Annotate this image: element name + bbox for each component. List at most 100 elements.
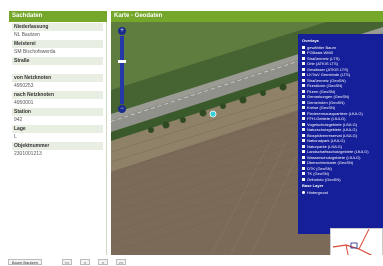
overlay-label: Gemeinden (GeoSN) xyxy=(307,99,345,105)
checkbox[interactable] xyxy=(302,106,305,110)
zoom-control[interactable]: + − xyxy=(117,26,127,114)
checkbox[interactable] xyxy=(302,133,305,137)
overlay-label: Biosphärenreservat (LfULG) xyxy=(307,132,358,138)
base-layer-title: Base Layer xyxy=(302,183,324,188)
sachdaten-panel: Niederlassung NL Bautzen Meisterei SM Bi… xyxy=(9,22,107,255)
next-page-button[interactable]: > xyxy=(98,259,108,265)
overlay-label: Überschirmkarte (GeoSN) xyxy=(307,160,354,165)
base-layer-label: Hintergrund xyxy=(307,189,328,195)
field-meisterei: Meisterei SM Bischofswerda xyxy=(9,40,106,56)
first-page-button[interactable]: << xyxy=(62,259,72,265)
overlay-label: Fluren (GeoSN) xyxy=(307,88,336,94)
checkbox[interactable] xyxy=(302,139,305,143)
field-label: Station xyxy=(12,108,103,116)
overlay-label: Nationalpark (LfULG) xyxy=(307,138,345,143)
field-lage: Lage L xyxy=(9,125,106,141)
overlay-label: LKTwV Gemeinde (LTS) xyxy=(307,72,351,77)
checkbox[interactable] xyxy=(302,177,305,181)
checkbox[interactable] xyxy=(302,128,305,132)
field-strasse: Straße xyxy=(9,57,106,73)
overlay-list: gewählter Baum FGBasis WMS Straßennetz (LT… xyxy=(302,45,381,183)
overlay-label: Gewässer (ATKIS LTS) xyxy=(307,66,349,72)
overlay-label: Naturschutzgebiete (LfULG) xyxy=(307,127,357,132)
field-von-netzknoten: von Netzknoten 4950253 xyxy=(9,74,106,90)
field-label: nach Netzknoten xyxy=(12,91,103,99)
field-value: NL Bautzen xyxy=(14,32,40,38)
field-label: Niederlassung xyxy=(12,23,103,31)
overlay-label: Vogelschutzgebiete (LfULG) xyxy=(307,121,358,127)
checkbox[interactable] xyxy=(302,117,305,121)
last-page-button[interactable]: >> xyxy=(116,259,126,265)
zoom-slider-handle[interactable] xyxy=(118,60,126,63)
field-value: 4950253 xyxy=(14,83,34,89)
field-label: von Netzknoten xyxy=(12,74,103,82)
overlay-label: Straßennetz (LTS) xyxy=(307,55,340,61)
checkbox[interactable] xyxy=(302,84,305,88)
overlay-label: TK (GeoSN) xyxy=(307,171,330,176)
checkbox[interactable] xyxy=(302,51,305,55)
field-value: L xyxy=(14,134,17,140)
overlay-label: Flederermausquartiere (LfULG) xyxy=(307,110,363,116)
field-nach-netzknoten: nach Netzknoten 4950001 xyxy=(9,91,106,107)
base-layer-item[interactable]: Hintergrund xyxy=(302,190,381,196)
overlay-label: Gemarkungen (GeoSN) xyxy=(307,94,350,99)
sachdaten-header: Sachdaten xyxy=(9,11,107,22)
overlay-label: Orthofoto (GeoSN) xyxy=(307,176,341,182)
overlay-item[interactable]: Orthofoto (GeoSN) xyxy=(302,177,381,183)
overlay-label: Naturparke (LfULG) xyxy=(307,143,343,149)
overlay-label: Orte (ATKIS LTS) xyxy=(307,61,338,66)
zoom-slider[interactable] xyxy=(118,36,126,104)
zoom-in-button[interactable]: + xyxy=(118,27,126,35)
checkbox[interactable] xyxy=(302,155,305,159)
field-label: Straße xyxy=(12,57,103,65)
overlay-label: gewählter Baum xyxy=(307,44,336,50)
field-value: 4950001 xyxy=(14,100,34,106)
overlay-label: Kreise (GeoSN) xyxy=(307,105,336,110)
overlay-label: Flurstücke (GeoSN) xyxy=(307,83,343,88)
overlay-label: Landschaftsschutzgebiete (LfULG) xyxy=(307,149,369,154)
pagination-bar: Baum Bautzen << < > >> xyxy=(0,258,383,266)
checkbox[interactable] xyxy=(302,111,305,115)
field-label: Meisterei xyxy=(12,40,103,48)
overview-road-network xyxy=(332,229,373,255)
checkbox[interactable] xyxy=(302,89,305,93)
field-value: SM Bischofswerda xyxy=(14,49,56,55)
zoom-out-button[interactable]: − xyxy=(118,105,126,113)
overlay-label: Straßennetz (GeoSN) xyxy=(307,77,346,83)
overlay-label: Wasserschutzgebiete (LfULG) xyxy=(307,154,361,160)
field-value xyxy=(12,65,103,73)
field-objektnummer: Objektnummer 2301001213 xyxy=(9,142,106,158)
checkbox[interactable] xyxy=(302,95,305,99)
field-station: Station 942 xyxy=(9,108,106,124)
overview-map[interactable] xyxy=(330,228,383,255)
field-label: Objektnummer xyxy=(12,142,103,150)
current-item-label: Baum Bautzen xyxy=(8,259,42,265)
prev-page-button[interactable]: < xyxy=(80,259,90,265)
checkbox[interactable] xyxy=(302,172,305,176)
field-label: Lage xyxy=(12,125,103,133)
field-value: 942 xyxy=(14,117,23,123)
overlay-label: FFH-Gebiete (LfULG) xyxy=(307,116,346,121)
checkbox[interactable] xyxy=(302,161,305,165)
tree-marker[interactable] xyxy=(209,110,217,118)
overlay-label: FGBasis WMS xyxy=(307,50,334,55)
checkbox[interactable] xyxy=(302,62,305,66)
radio-button[interactable] xyxy=(302,190,305,194)
checkbox[interactable] xyxy=(302,56,305,60)
checkbox[interactable] xyxy=(302,100,305,104)
checkbox[interactable] xyxy=(302,144,305,148)
layer-switcher: Overlays gewählter Baum FGBasis WMS Straße… xyxy=(298,34,383,234)
overlays-title: Overlays xyxy=(302,38,319,43)
checkbox[interactable] xyxy=(302,122,305,126)
checkbox[interactable] xyxy=(302,150,305,154)
checkbox[interactable] xyxy=(302,67,305,71)
field-value: 2301001213 xyxy=(14,151,42,157)
checkbox[interactable] xyxy=(302,78,305,82)
overlay-label: DTK (GeoSN) xyxy=(307,165,332,171)
checkbox[interactable] xyxy=(302,73,305,77)
checkbox[interactable] xyxy=(302,166,305,170)
map-header: Karte - Geodaten xyxy=(111,11,383,22)
map-view[interactable]: + − Overlays gewählter Baum FGBasis WMS St… xyxy=(111,22,383,255)
field-niederlassung: Niederlassung NL Bautzen xyxy=(9,23,106,39)
checkbox[interactable] xyxy=(302,45,305,49)
